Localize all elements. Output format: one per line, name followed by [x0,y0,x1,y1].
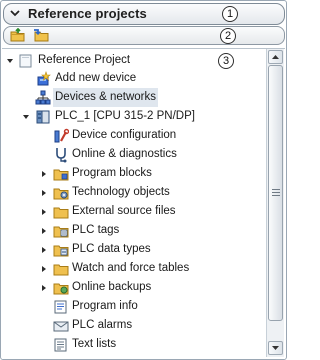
scroll-down-button[interactable] [268,341,283,355]
chevron-down-icon [272,346,279,350]
panel-title-bar[interactable]: Reference projects 1 [3,3,285,25]
collapsed-arrow-icon[interactable] [40,208,48,216]
backup-icon [53,283,69,295]
tree-item-label: PLC tags [72,224,120,236]
tree-item-label: Text lists [72,338,117,350]
callout-marker: 1 [222,6,238,22]
folder-icon [53,264,69,276]
grip-line [272,192,280,193]
text-lists-icon [54,338,67,352]
tree-item-label: Technology objects [72,186,170,198]
tree-item-label: PLC data types [72,243,151,255]
tree-item-label: Device configuration [72,129,177,141]
vertical-scrollbar[interactable] [266,49,284,357]
expanded-arrow-icon[interactable] [6,57,14,65]
tree-item-label: Online backups [72,281,152,293]
add-device-icon [37,71,51,86]
callout-marker: 3 [218,53,234,69]
open-reference-project-icon[interactable] [10,28,26,43]
technology-icon [53,188,69,200]
project-icon [19,54,32,68]
collapsed-arrow-icon[interactable] [40,170,48,178]
panel-toolbar: 2 [3,26,285,45]
grip-line [272,195,280,196]
grip-line [272,189,280,190]
tree-item-label: Add new device [55,72,137,84]
tree-item-label: External source files [72,205,176,217]
project-tree: 3 Reference Project Add new device Devic… [2,48,285,359]
scrollbar-thumb[interactable] [268,65,283,321]
collapsed-arrow-icon[interactable] [40,265,48,273]
tree-item-label: PLC alarms [72,319,133,331]
folder-icon [53,207,69,219]
collapsed-arrow-icon[interactable] [40,284,48,292]
scroll-up-button[interactable] [268,50,283,64]
tree-item-label: PLC_1 [CPU 315-2 PN/DP] [55,110,195,122]
collapsed-arrow-icon[interactable] [40,189,48,197]
collapsed-arrow-icon[interactable] [40,227,48,235]
panel-title: Reference projects [28,6,147,21]
callout-marker: 2 [220,28,236,44]
tree-item-label: Reference Project [38,54,131,66]
device-config-icon [54,128,69,143]
network-icon [35,90,51,105]
close-reference-project-icon[interactable] [33,28,49,43]
program-info-icon [54,300,67,314]
tree-item-label: Watch and force tables [72,262,190,274]
data-types-icon [53,245,69,257]
collapsed-arrow-icon[interactable] [40,246,48,254]
tree-item-label: Program info [72,300,138,312]
tree-item-label: Program blocks [72,167,152,179]
alarms-icon [53,321,69,332]
reference-projects-panel: Reference projects 1 2 3 Reference Proje… [0,0,287,360]
diagnostics-icon [56,148,67,163]
chevron-down-icon[interactable] [9,7,21,19]
plc-tags-icon [53,226,69,238]
plc-icon [36,110,50,124]
chevron-up-icon [272,55,279,59]
tree-item-label: Devices & networks [53,88,158,107]
expanded-arrow-icon[interactable] [22,113,30,121]
folder-icon [53,169,69,181]
tree-item-label: Online & diagnostics [72,148,177,160]
